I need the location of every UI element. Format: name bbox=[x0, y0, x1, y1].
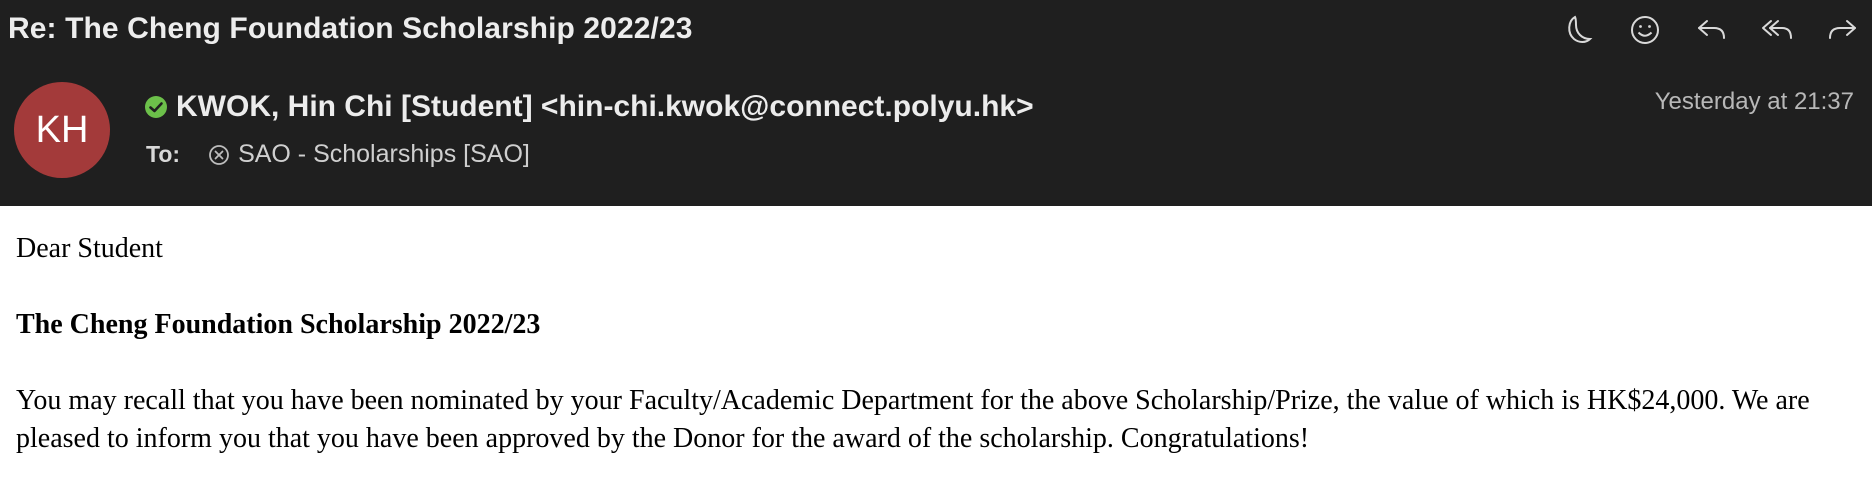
reply-icon bbox=[1698, 20, 1725, 39]
recipient-chip[interactable]: SAO - Scholarships [SAO] bbox=[208, 140, 530, 169]
body-paragraph: You may recall that you have been nomina… bbox=[16, 385, 1810, 454]
email-header: Re: The Cheng Foundation Scholarship 202… bbox=[0, 0, 1872, 206]
reply-all-icon bbox=[1762, 20, 1792, 39]
moon-button[interactable] bbox=[1560, 8, 1598, 52]
toolbar bbox=[1560, 8, 1862, 52]
sender-address[interactable]: KWOK, Hin Chi [Student] <hin-chi.kwok@co… bbox=[176, 90, 1034, 124]
email-subject: Re: The Cheng Foundation Scholarship 202… bbox=[8, 12, 693, 45]
sender-row: KWOK, Hin Chi [Student] <hin-chi.kwok@co… bbox=[144, 90, 1034, 124]
to-label: To: bbox=[146, 141, 181, 167]
moon-icon bbox=[1568, 15, 1593, 43]
recipient-row: To: SAO - Scholarships [SAO] bbox=[146, 140, 530, 169]
smiley-icon bbox=[1631, 16, 1659, 44]
emoji-button[interactable] bbox=[1626, 8, 1664, 52]
remove-recipient-icon[interactable] bbox=[208, 144, 230, 166]
forward-button[interactable] bbox=[1824, 8, 1862, 52]
reply-button[interactable] bbox=[1692, 8, 1730, 52]
body-heading: The Cheng Foundation Scholarship 2022/23 bbox=[16, 309, 541, 340]
forward-icon bbox=[1829, 20, 1856, 39]
recipient-name: SAO - Scholarships [SAO] bbox=[238, 140, 530, 168]
verified-check-icon bbox=[145, 96, 167, 118]
email-body: Dear Student The Cheng Foundation Schola… bbox=[0, 206, 1872, 458]
reply-all-button[interactable] bbox=[1758, 8, 1796, 52]
greeting: Dear Student bbox=[16, 233, 163, 264]
sender-avatar[interactable]: KH bbox=[14, 82, 110, 178]
email-date: Yesterday at 21:37 bbox=[1654, 88, 1854, 115]
